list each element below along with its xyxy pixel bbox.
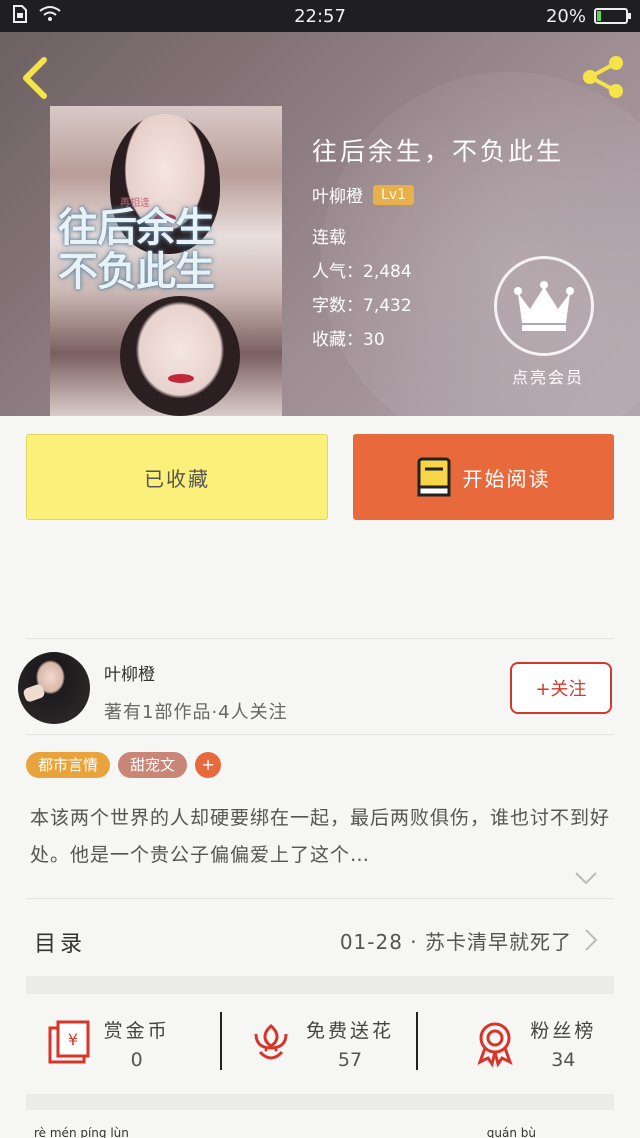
battery-icon <box>594 8 631 24</box>
toc-label: 目录 <box>34 932 87 957</box>
share-button[interactable] <box>580 54 626 100</box>
synopsis[interactable]: 本该两个世界的人却硬要绑在一起，最后两败俱伤，谁也讨不到好处。他是一个贵公子偏偏… <box>30 800 610 874</box>
follow-label: +关注 <box>535 679 587 700</box>
svg-text:¥: ¥ <box>68 1030 78 1049</box>
book-title: 往后余生，不负此生 <box>312 137 565 166</box>
reward-value: 57 <box>337 1048 363 1071</box>
section-separator <box>26 976 614 994</box>
serial-status: 连载 <box>312 228 346 248</box>
author-card: 叶柳橙 著有1部作品·4人关注 +关注 <box>0 640 640 732</box>
status-bar: 22:57 20% <box>0 0 640 32</box>
hot-comments-heading: rè mén píng lùn <box>34 1126 129 1138</box>
share-icon <box>583 56 623 98</box>
start-reading-button[interactable]: 开始阅读 <box>353 434 614 520</box>
cover-detail <box>168 374 194 383</box>
member-badge[interactable] <box>494 256 594 356</box>
medal-icon <box>477 1022 513 1068</box>
flower-icon <box>254 1024 288 1060</box>
start-reading-label: 开始阅读 <box>462 466 551 491</box>
tag[interactable]: 都市言情 <box>26 752 111 778</box>
chevron-left-icon <box>23 57 47 99</box>
cover-title: 往后余生 不负此生 <box>58 204 215 295</box>
battery-fill <box>597 11 601 21</box>
author-row: 叶柳橙 Lv1 <box>312 182 622 207</box>
divider <box>26 734 614 735</box>
sim-icon <box>12 4 28 28</box>
member-label[interactable]: 点亮会员 <box>512 364 584 388</box>
status-time: 22:57 <box>294 5 346 27</box>
section-separator <box>26 1094 614 1110</box>
back-button[interactable] <box>18 56 54 100</box>
avatar-detail <box>22 683 46 703</box>
divider <box>416 1012 418 1070</box>
reward-label: 赏金币 <box>103 1019 170 1042</box>
chevron-right-icon <box>585 929 598 951</box>
divider <box>26 638 614 639</box>
expand-button[interactable] <box>574 870 598 886</box>
cover-figure-bottom <box>120 296 240 416</box>
author-card-description: 著有1部作品·4人关注 <box>104 702 288 723</box>
add-tag-button[interactable]: + <box>195 752 222 778</box>
book-cover[interactable]: 再相逢 往后余生 不负此生 <box>50 106 282 416</box>
tag-list: 都市言情 甜宠文 + <box>26 752 222 778</box>
divider <box>26 898 614 899</box>
collected-button[interactable]: 已收藏 <box>26 434 328 520</box>
level-badge: Lv1 <box>373 184 414 205</box>
table-of-contents-row[interactable]: 目录 01-28 · 苏卡清早就死了 <box>0 912 640 968</box>
battery-percent: 20% <box>545 5 586 27</box>
reward-label: 免费送花 <box>305 1019 394 1042</box>
tag[interactable]: 甜宠文 <box>118 752 188 778</box>
reward-bar: ¥ 赏金币 0 免费送花 57 粉丝榜 34 <box>0 994 640 1092</box>
reward-value: 34 <box>551 1048 576 1071</box>
chevron-down-icon <box>575 872 597 885</box>
collected-label: 已收藏 <box>144 466 210 491</box>
latest-chapter: 01-28 · 苏卡清早就死了 <box>339 930 572 954</box>
wifi-icon <box>38 5 62 28</box>
reward-coins-button[interactable]: ¥ 赏金币 0 <box>0 994 213 1092</box>
book-header: 再相逢 往后余生 不负此生 往后余生，不负此生 叶柳橙 Lv1 连载 人气：2,… <box>0 32 640 416</box>
reward-label: 粉丝榜 <box>530 1019 597 1042</box>
follow-button[interactable]: +关注 <box>510 662 612 714</box>
divider <box>220 1012 222 1070</box>
red-envelope-icon: ¥ <box>48 1020 90 1064</box>
crown-icon <box>514 281 574 331</box>
author-card-name[interactable]: 叶柳橙 <box>104 660 155 685</box>
fan-ranking-button[interactable]: 粉丝榜 34 <box>427 994 640 1092</box>
avatar[interactable] <box>18 652 90 724</box>
book-icon <box>417 457 450 497</box>
reward-flower-button[interactable]: 免费送花 57 <box>213 994 426 1092</box>
author-name[interactable]: 叶柳橙 <box>312 182 363 207</box>
view-all-link[interactable]: quán bù <box>487 1126 536 1138</box>
reward-value: 0 <box>130 1048 143 1071</box>
